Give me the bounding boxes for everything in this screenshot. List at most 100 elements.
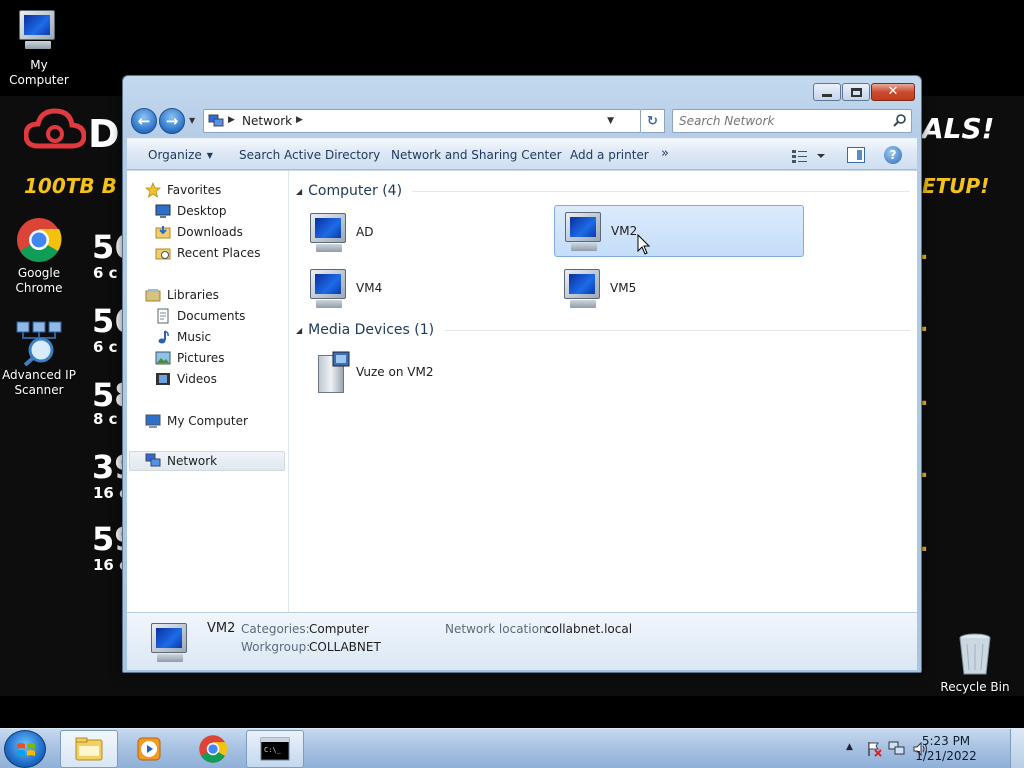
desktop-icon-recycle-bin[interactable]: Recycle Bin [936,630,1014,695]
wallpaper-spec: 6 c [93,338,118,356]
chrome-icon [199,735,228,763]
item-label: VM2 [611,224,638,238]
computer-item-vm5[interactable]: VM5 [554,263,804,315]
videos-icon [156,373,170,385]
change-view-button[interactable] [791,148,831,164]
command-prompt-icon: C:\_ [260,737,290,761]
breadcrumb-separator-icon[interactable]: ▶ [228,115,235,125]
view-details-icon [792,150,825,163]
clock-time: 5:23 PM [921,734,971,748]
address-bar[interactable]: ▶ Network ▶ ▼ [203,109,641,133]
group-header-label: Media Devices (1) [308,322,435,338]
item-label: AD [356,225,374,239]
pictures-icon [155,351,171,365]
computer-icon [147,621,193,662]
desktop-icon-advanced-ip-scanner[interactable]: Advanced IP Scanner [0,318,78,398]
organize-button[interactable]: Organize ▼ [148,148,213,162]
taskbar-media-player-button[interactable] [120,730,178,768]
details-workgroup-value: COLLABNET [309,640,381,654]
network-icon [208,114,224,127]
wallpaper-brand-text: D [88,112,121,156]
item-label: VM5 [610,281,637,295]
group-header-media-devices[interactable]: ◢ Media Devices (1) [296,320,910,340]
item-label: VM4 [356,281,383,295]
show-desktop-button[interactable] [1010,729,1024,768]
details-workgroup-label: Workgroup: [241,640,311,654]
computer-icon [15,8,63,56]
search-active-directory-button[interactable]: Search Active Directory [239,148,380,162]
search-icon [893,114,906,127]
computer-icon [145,414,161,428]
desktop-icon-google-chrome[interactable]: Google Chrome [0,216,78,296]
start-button[interactable] [4,730,46,768]
nav-item-music[interactable]: Music [155,327,211,347]
computer-item-vm2[interactable]: VM2 [554,205,804,257]
refresh-icon: ↻ [647,113,658,129]
nav-label: Pictures [177,351,225,365]
network-icon [145,453,161,467]
details-categories-value: Computer [309,622,369,636]
collapse-group-icon[interactable]: ◢ [296,187,302,196]
preview-pane-button[interactable] [847,147,865,163]
taskbar-command-prompt-button[interactable]: C:\_ [246,730,304,768]
search-box[interactable] [672,109,912,133]
back-button[interactable]: ← [131,108,157,134]
action-center-flag-icon[interactable] [866,741,884,757]
nav-item-my-computer[interactable]: My Computer [145,411,248,431]
search-input[interactable] [679,113,879,129]
navigation-row: ← → ▼ ▶ Network ▶ ▼ ↻ [131,108,915,134]
computer-icon [306,267,352,311]
recent-places-icon [155,248,171,260]
refresh-button[interactable]: ↻ [641,109,665,133]
add-printer-button[interactable]: Add a printer [570,148,649,162]
help-icon: ? [889,148,897,162]
nav-item-desktop[interactable]: Desktop [155,201,227,221]
network-explorer-window[interactable]: ✕ ← → ▼ ▶ Network ▶ ▼ ↻ Organize▼ Search… [122,75,922,673]
group-header-computer[interactable]: ◢ Computer (4) [296,181,910,201]
show-hidden-icons-button[interactable]: ▲ [846,742,853,752]
help-button[interactable]: ? [884,146,902,164]
nav-item-libraries[interactable]: Libraries [145,285,219,305]
minimize-button[interactable] [813,83,841,101]
command-bar: Organize ▼ Search Active Directory Networ… [127,138,917,170]
network-sharing-center-button[interactable]: Network and Sharing Center [391,148,562,162]
computer-item-vm4[interactable]: VM4 [300,263,550,315]
nav-label: Recent Places [177,246,261,260]
nav-label: Libraries [167,288,219,302]
chrome-icon [15,216,63,264]
details-pane: VM2 Categories: Computer Workgroup: COLL… [127,612,917,670]
folder-icon [75,737,103,761]
nav-label: Videos [177,372,217,386]
nav-item-videos[interactable]: Videos [155,369,217,389]
address-dropdown-icon[interactable]: ▼ [607,116,614,126]
forward-button[interactable]: → [159,108,185,134]
desktop-icon-label: Recycle Bin [940,680,1010,694]
media-device-item[interactable]: Vuze on VM2 [300,347,550,399]
media-server-icon [306,351,352,395]
nav-item-documents[interactable]: Documents [155,306,245,326]
recent-pages-dropdown-icon[interactable]: ▼ [189,116,195,125]
collapse-group-icon[interactable]: ◢ [296,326,302,335]
breadcrumb-network[interactable]: Network [242,114,292,128]
nav-item-pictures[interactable]: Pictures [155,348,225,368]
nav-item-favorites[interactable]: Favorites [145,180,221,200]
system-clock[interactable]: 5:23 PM 1/21/2022 [904,734,988,764]
desktop-icon-my-computer[interactable]: My Computer [0,8,78,88]
details-location-value: collabnet.local [545,622,633,636]
wallpaper-setup-text: ETUP! [922,174,990,198]
star-icon [145,182,161,198]
breadcrumb-separator-icon[interactable]: ▶ [296,115,303,125]
nav-item-network[interactable]: Network [129,451,285,471]
nav-item-downloads[interactable]: Downloads [155,222,243,242]
nav-item-recent-places[interactable]: Recent Places [155,243,260,263]
nav-label: Desktop [177,204,227,218]
maximize-button[interactable] [842,83,870,101]
taskbar-explorer-button[interactable] [60,730,118,768]
computer-item-ad[interactable]: AD [300,207,550,259]
taskbar-chrome-button[interactable] [184,730,242,768]
nav-label: Music [177,330,212,344]
close-icon: ✕ [887,84,899,99]
close-button[interactable]: ✕ [871,83,915,101]
item-label: Vuze on VM2 [356,365,434,379]
more-commands-button[interactable]: » [661,146,669,161]
